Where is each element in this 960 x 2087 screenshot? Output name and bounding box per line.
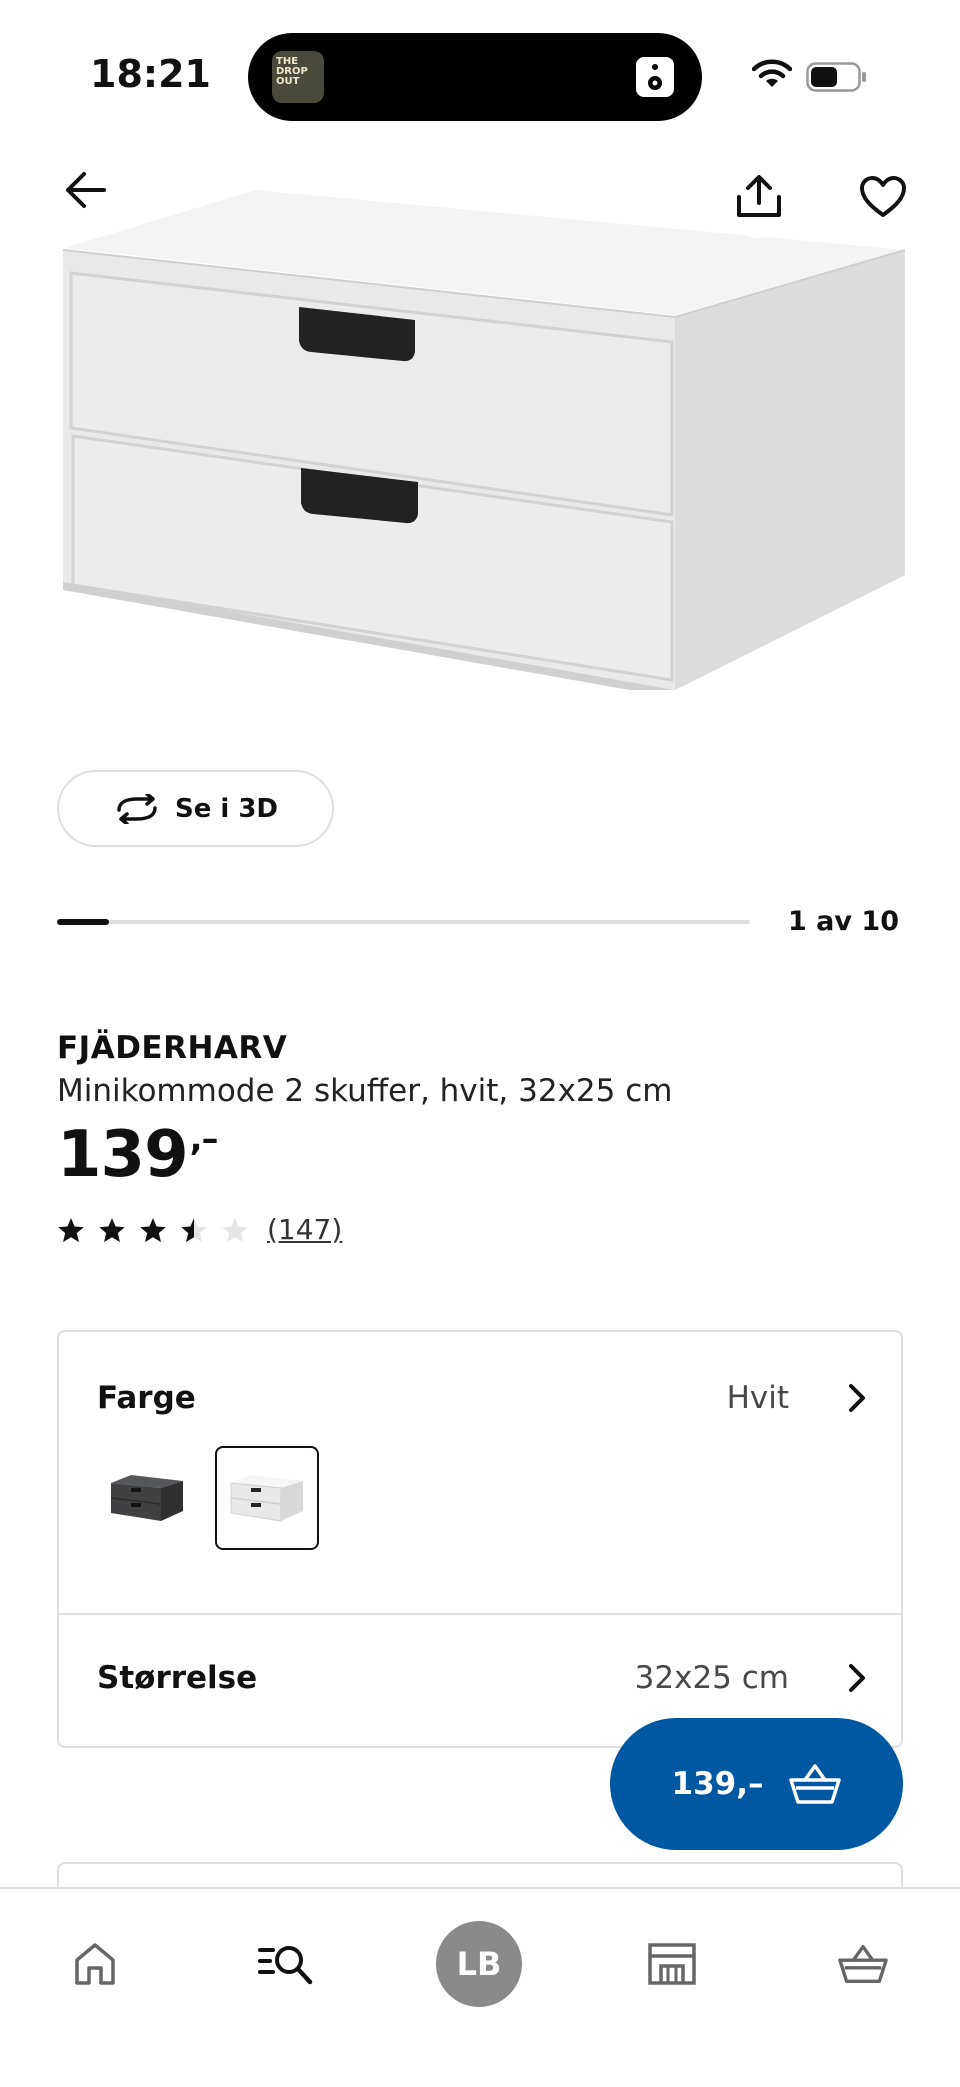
battery-icon xyxy=(806,62,866,92)
basket-icon xyxy=(838,1944,888,1984)
chevron-right-icon xyxy=(849,1384,865,1412)
favorite-button[interactable] xyxy=(842,156,924,238)
share-button[interactable] xyxy=(718,156,800,238)
nav-cart[interactable] xyxy=(818,1919,908,2009)
carousel-position-label: 1 av 10 xyxy=(788,906,899,937)
view-3d-label: Se i 3D xyxy=(174,793,279,824)
price-value: 139 xyxy=(57,1118,189,1192)
add-to-cart-price: 139,– xyxy=(671,1766,764,1802)
star-full-icon xyxy=(58,1217,84,1242)
speaker-icon xyxy=(636,57,674,97)
chevron-right-icon xyxy=(849,1664,865,1692)
share-icon xyxy=(737,175,781,217)
back-button[interactable] xyxy=(58,162,114,218)
heart-icon xyxy=(860,176,906,217)
swatch-white[interactable] xyxy=(215,1446,319,1550)
product-rating[interactable]: (147) xyxy=(57,1213,342,1246)
rating-stars xyxy=(57,1216,249,1244)
star-full-icon xyxy=(99,1217,125,1242)
rotate-3d-icon xyxy=(117,793,157,824)
home-icon xyxy=(75,1943,115,1985)
status-bar: 18:21 THE DROP OUT xyxy=(0,0,960,150)
dark-grey-chest-thumbnail xyxy=(110,1475,183,1521)
star-full-icon xyxy=(140,1217,166,1242)
status-time: 18:21 xyxy=(90,52,211,96)
size-option-label: Størrelse xyxy=(97,1660,258,1696)
product-price: 139,– xyxy=(57,1118,219,1192)
nav-search[interactable] xyxy=(241,1919,331,2009)
color-option-value: Hvit xyxy=(726,1380,789,1416)
store-icon xyxy=(648,1943,696,1985)
review-count-link[interactable]: (147) xyxy=(267,1213,342,1246)
star-empty-icon xyxy=(222,1217,248,1242)
add-to-cart-button[interactable]: 139,– xyxy=(610,1718,903,1850)
product-image[interactable] xyxy=(55,170,915,690)
dynamic-island[interactable]: THE DROP OUT xyxy=(248,33,702,121)
swatch-dark-grey[interactable] xyxy=(95,1446,199,1550)
product-options-card: Farge Hvit Størrelse 32x25 cm xyxy=(57,1330,903,1748)
carousel-progress-fill xyxy=(57,919,109,925)
color-option-row[interactable]: Farge Hvit xyxy=(59,1332,901,1613)
arrow-left-icon xyxy=(66,172,106,208)
nav-profile[interactable]: LB xyxy=(434,1919,524,2009)
product-description: Minikommode 2 skuffer, hvit, 32x25 cm xyxy=(57,1073,673,1109)
product-hero xyxy=(0,150,960,730)
avatar: LB xyxy=(436,1921,522,2007)
product-brand: FJÄDERHARV xyxy=(57,1030,288,1066)
view-3d-button[interactable]: Se i 3D xyxy=(57,770,334,847)
bottom-navigation: LB xyxy=(0,1887,960,2087)
size-option-value: 32x25 cm xyxy=(634,1660,789,1696)
color-option-label: Farge xyxy=(97,1380,196,1416)
price-suffix: ,– xyxy=(189,1119,219,1159)
search-list-icon xyxy=(258,1946,313,1985)
nav-stores[interactable] xyxy=(627,1919,717,2009)
wifi-icon xyxy=(752,59,792,87)
basket-icon xyxy=(788,1764,841,1804)
now-playing-artwork: THE DROP OUT xyxy=(272,51,324,103)
carousel-progress-track xyxy=(57,919,750,925)
star-half-icon xyxy=(181,1217,207,1242)
white-chest-thumbnail xyxy=(230,1475,303,1522)
nav-home[interactable] xyxy=(50,1919,140,2009)
